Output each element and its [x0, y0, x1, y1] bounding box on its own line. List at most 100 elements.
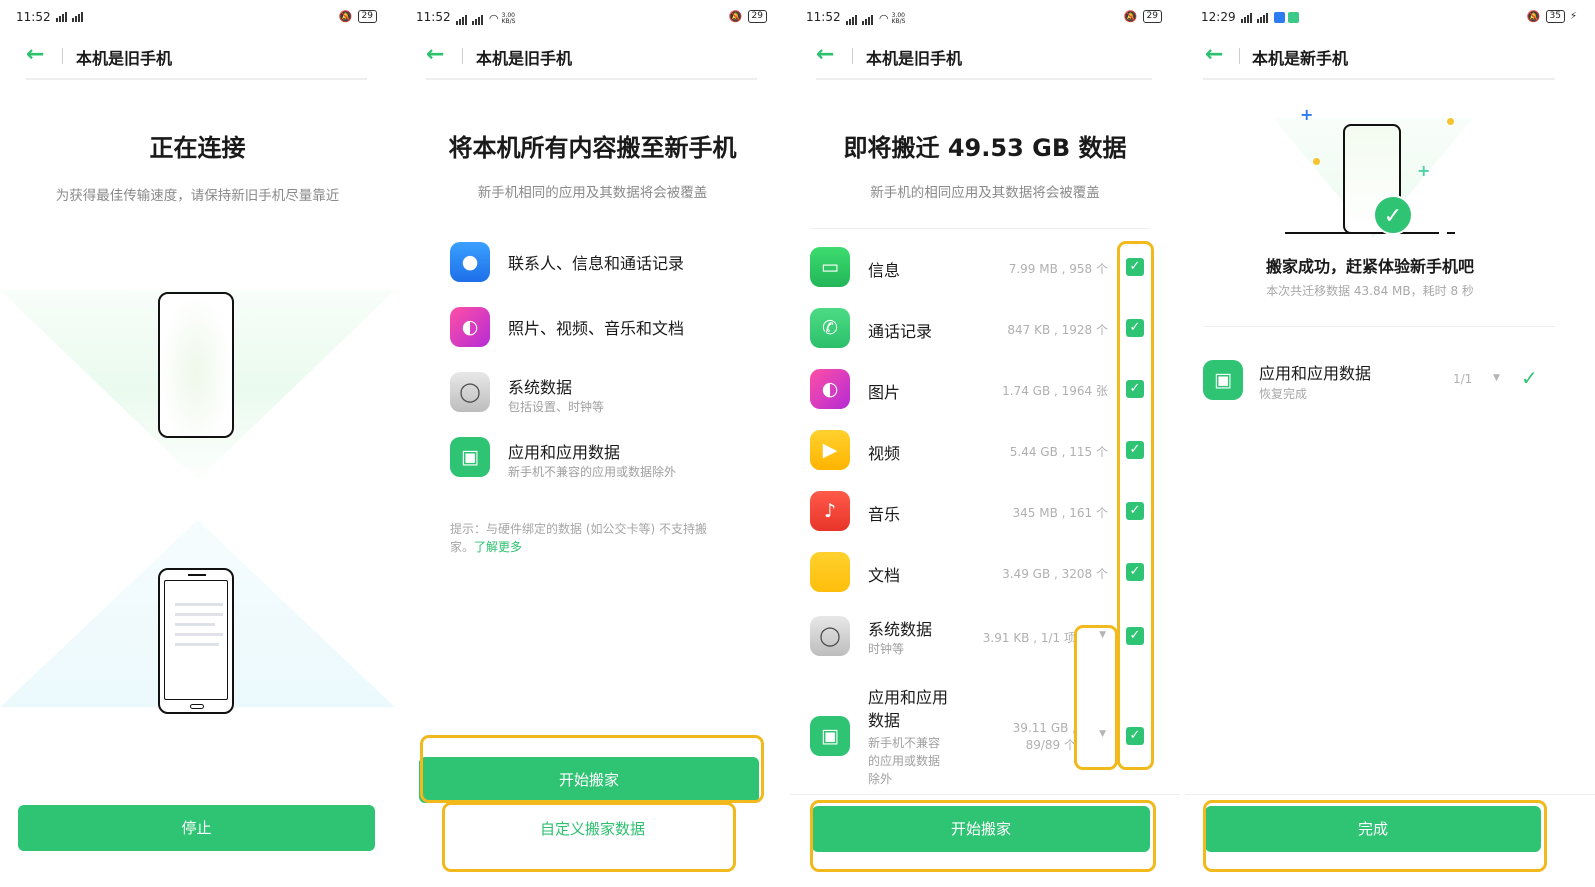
highlight-box [442, 802, 736, 872]
net-speed: 3.00 KB/S [891, 12, 906, 25]
signal-icon: ◠ 3.00 KB/S [846, 12, 910, 25]
back-arrow-icon[interactable]: ← [26, 42, 44, 67]
contacts-icon: ● [450, 242, 490, 282]
item-desc: 时钟等 [868, 642, 905, 656]
footer-divider [790, 794, 1180, 795]
divider [1239, 48, 1240, 64]
stop-button[interactable]: 停止 [18, 805, 375, 851]
header-divider [1203, 78, 1555, 80]
back-arrow-icon[interactable]: ← [816, 42, 834, 67]
header-divider [816, 78, 1152, 80]
notification-icon [1288, 12, 1299, 23]
category-apps: ▣ 应用和应用数据 新手机不兼容的应用或数据除外 [450, 437, 765, 487]
back-arrow-icon[interactable]: ← [426, 42, 444, 67]
learn-more-link[interactable]: 了解更多 [474, 540, 522, 554]
video-play-icon: ▶ [810, 430, 850, 470]
folder-icon [810, 552, 850, 592]
category-desc: 新手机不兼容的应用或数据除外 [508, 465, 677, 479]
divider [852, 48, 853, 64]
ground-line [1285, 232, 1439, 234]
notification-icon [1274, 12, 1285, 23]
top-bar: ← 本机是旧手机 [400, 40, 785, 80]
status-bar: 11:52 🔕 29 [16, 9, 377, 27]
page-title: 本机是旧手机 [476, 49, 573, 68]
item-meta: 5.44 GB , 115 个 [1009, 445, 1108, 459]
signal-icon [1241, 12, 1299, 23]
category-desc: 包括设置、时钟等 [508, 400, 605, 414]
new-phone-illustration [158, 292, 234, 438]
back-arrow-icon[interactable]: ← [1205, 42, 1223, 67]
highlight-box [810, 800, 1156, 872]
status-time: 11:52 [16, 10, 51, 24]
decor-dot [1447, 118, 1454, 125]
status-bar: 12:29 🔕 35 ⚡ [1201, 9, 1577, 27]
category-system: ◯ 系统数据 包括设置、时钟等 [450, 372, 765, 422]
item-meta: 345 MB , 161 个 [1012, 506, 1108, 520]
signal-icon: ◠ 3.00 KB/S [456, 12, 520, 25]
mute-icon: 🔕 [728, 10, 743, 23]
item-desc: 新手机不兼容的应用或数据除外 [868, 736, 941, 786]
mute-icon: 🔕 [1123, 10, 1138, 23]
item-label: 图片 [868, 383, 901, 402]
android-app-icon: ▣ [810, 716, 850, 756]
battery-icon: 29 [747, 10, 767, 23]
category-label: 联系人、信息和通话记录 [508, 254, 685, 273]
screen-connecting: 11:52 🔕 29 ← 本机是旧手机 正在连接 为获得最佳传输速度，请保持新旧手… [0, 0, 395, 887]
divider [62, 48, 63, 64]
category-label: 应用和应用数据 [508, 443, 621, 462]
item-label: 应用和应用数据 [1259, 364, 1372, 383]
header-divider [426, 78, 757, 80]
item-label: 系统数据 [868, 620, 933, 639]
chevron-down-icon[interactable]: ▼ [1493, 373, 1500, 383]
subtitle: 新手机相同的应用及其数据将会被覆盖 [477, 185, 708, 201]
category-media: ◐ 照片、视频、音乐和文档 [450, 307, 765, 357]
screen-move-all: 11:52 ◠ 3.00 KB/S 🔕 29 ← 本机是旧手机 将本机所有内容搬至新… [400, 0, 785, 887]
mute-icon: 🔕 [338, 10, 353, 23]
item-meta: 1.74 GB , 1964 张 [1002, 384, 1108, 398]
status-bar: 11:52 ◠ 3.00 KB/S 🔕 29 [416, 9, 767, 27]
sparkle-icon: + [1417, 161, 1431, 180]
system-data-icon: ◯ [810, 616, 850, 656]
screen-data-selection: 11:52 ◠ 3.00 KB/S 🔕 29 ← 本机是旧手机 即将搬迁 49.53… [790, 0, 1180, 887]
header-divider [26, 78, 367, 80]
decor-dot [1313, 158, 1320, 165]
heading: 即将搬迁 49.53 GB 数据 [843, 134, 1127, 162]
top-bar: ← 本机是旧手机 [790, 40, 1180, 80]
list-divider [1203, 326, 1555, 327]
success-check-icon: ✓ [1373, 195, 1413, 235]
page-title: 本机是新手机 [1252, 49, 1349, 68]
sparkle-icon: + [1300, 105, 1314, 124]
item-meta: 847 KB , 1928 个 [1007, 323, 1108, 337]
success-subtitle: 本次共迁移数据 43.84 MB，耗时 8 秒 [1266, 284, 1474, 298]
page-title: 本机是旧手机 [76, 49, 173, 68]
subtitle: 新手机的相同应用及其数据将会被覆盖 [870, 185, 1100, 201]
item-count: 1/1 [1453, 372, 1473, 386]
message-icon: ▭ [810, 247, 850, 287]
heading: 正在连接 [149, 134, 246, 162]
battery-icon: 29 [1142, 10, 1162, 23]
item-label: 文档 [868, 566, 901, 585]
category-contacts: ● 联系人、信息和通话记录 [450, 242, 765, 292]
wifi-icon: ◠ [489, 12, 499, 25]
signal-icon [56, 12, 83, 22]
top-bar: ← 本机是新手机 [1185, 40, 1595, 80]
highlight-box [1074, 625, 1118, 770]
item-label: 音乐 [868, 505, 901, 524]
screen-complete: 12:29 🔕 35 ⚡ ← 本机是新手机 ✓ + + 搬家成功，赶紧体验新手机吧 … [1185, 0, 1595, 887]
divider [462, 48, 463, 64]
item-label: 信息 [868, 261, 901, 280]
photos-icon: ◐ [450, 307, 490, 347]
item-label: 应用和应用数据 [868, 688, 949, 730]
success-title: 搬家成功，赶紧体验新手机吧 [1265, 257, 1474, 276]
top-bar: ← 本机是旧手机 [0, 40, 395, 80]
music-note-icon: ♪ [810, 491, 850, 531]
status-time: 11:52 [416, 10, 451, 24]
system-data-icon: ◯ [450, 372, 490, 412]
mute-icon: 🔕 [1526, 10, 1541, 23]
android-app-icon: ▣ [450, 437, 490, 477]
item-label: 视频 [868, 444, 901, 463]
footer-divider [1185, 794, 1595, 795]
item-desc: 恢复完成 [1259, 387, 1308, 401]
wifi-icon: ◠ [879, 12, 889, 25]
android-app-icon: ▣ [1203, 360, 1243, 400]
